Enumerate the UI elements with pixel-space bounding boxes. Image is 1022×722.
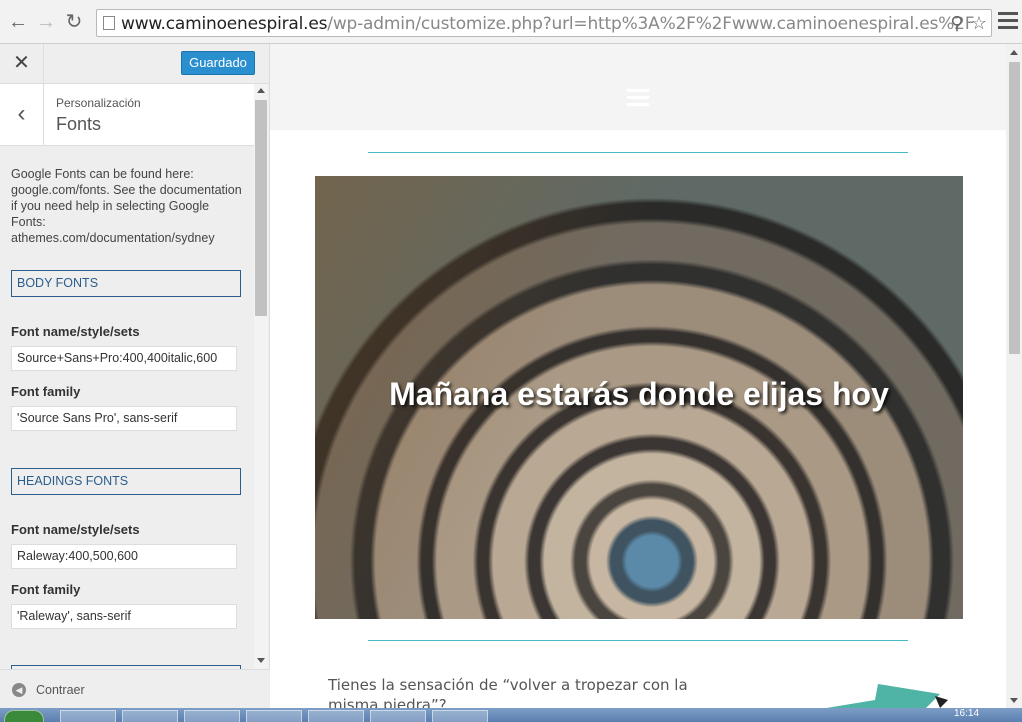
headings-font-name-label: Font name/style/sets xyxy=(11,522,140,537)
collapse-label: Contraer xyxy=(36,683,85,697)
sidebar-scrollbar[interactable] xyxy=(254,84,268,669)
back-arrow-icon[interactable]: ← xyxy=(6,10,30,34)
fonts-description: Google Fonts can be found here: google.c… xyxy=(11,167,242,245)
body-font-family-label: Font family xyxy=(11,384,81,399)
browser-toolbar: ← → ↻ www.caminoenespiral.es/wp-admin/cu… xyxy=(0,0,1022,44)
taskbar-item[interactable] xyxy=(370,710,426,722)
url-text[interactable]: www.caminoenespiral.es/wp-admin/customiz… xyxy=(121,14,975,34)
close-icon[interactable]: ✕ xyxy=(0,44,44,84)
address-bar[interactable]: www.caminoenespiral.es/wp-admin/customiz… xyxy=(96,9,992,37)
breadcrumb: Personalización xyxy=(56,96,141,110)
page-icon xyxy=(103,16,115,30)
body-fonts-heading: BODY FONTS xyxy=(11,270,241,297)
top-divider xyxy=(368,152,908,153)
section-header: ‹ Personalización Fonts xyxy=(0,84,254,146)
back-chevron-icon[interactable]: ‹ xyxy=(0,84,44,146)
preview-scroll-up-icon[interactable] xyxy=(1010,50,1018,55)
body-font-name-label: Font name/style/sets xyxy=(11,324,140,339)
forward-arrow-icon[interactable]: → xyxy=(34,10,58,34)
body-font-name-input[interactable]: Source+Sans+Pro:400,400italic,600 xyxy=(11,346,237,371)
browser-menu-icon[interactable] xyxy=(998,12,1018,32)
site-header xyxy=(270,44,1006,130)
reload-icon[interactable]: ↻ xyxy=(62,10,86,34)
url-host: www.caminoenespiral.es xyxy=(121,14,328,34)
headings-font-family-label: Font family xyxy=(11,582,81,597)
url-path: /wp-admin/customize.php?url=http%3A%2F%2… xyxy=(327,14,975,34)
bottom-divider xyxy=(368,640,908,641)
taskbar-item[interactable] xyxy=(308,710,364,722)
clock: 16:14 xyxy=(954,708,980,719)
site-preview: Mañana estarás donde elijas hoy Tienes l… xyxy=(270,44,1006,722)
collapse-arrow-icon: ◀ xyxy=(12,683,26,697)
customizer-sidebar: ✕ Guardado ‹ Personalización Fonts Googl… xyxy=(0,44,270,722)
save-button[interactable]: Guardado xyxy=(181,51,255,75)
search-icon[interactable]: ⚲ xyxy=(947,13,967,33)
hero-title: Mañana estarás donde elijas hoy xyxy=(389,376,889,412)
taskbar-item[interactable] xyxy=(60,710,116,722)
scroll-up-arrow-icon[interactable] xyxy=(257,88,265,93)
preview-scroll-down-icon[interactable] xyxy=(1010,698,1018,703)
scrollbar-thumb[interactable] xyxy=(255,100,267,316)
body-font-family-input[interactable]: 'Source Sans Pro', sans-serif xyxy=(11,406,237,431)
bookmark-star-icon[interactable]: ☆ xyxy=(969,13,989,33)
headings-fonts-heading: HEADINGS FONTS xyxy=(11,468,241,495)
taskbar-item[interactable] xyxy=(122,710,178,722)
menu-toggle-icon[interactable] xyxy=(627,89,649,110)
taskbar-item[interactable] xyxy=(432,710,488,722)
headings-font-name-input[interactable]: Raleway:400,500,600 xyxy=(11,544,237,569)
hero-image: Mañana estarás donde elijas hoy xyxy=(315,176,963,619)
section-title: Fonts xyxy=(56,114,102,134)
headings-font-family-input[interactable]: 'Raleway', sans-serif xyxy=(11,604,237,629)
taskbar-item[interactable] xyxy=(246,710,302,722)
sidebar-top-bar: ✕ Guardado xyxy=(0,44,270,84)
os-taskbar: 16:14 xyxy=(0,708,1022,722)
preview-scrollbar-thumb[interactable] xyxy=(1009,62,1020,354)
start-button[interactable] xyxy=(4,710,44,722)
taskbar-item[interactable] xyxy=(184,710,240,722)
scroll-down-arrow-icon[interactable] xyxy=(257,658,265,663)
preview-scrollbar[interactable] xyxy=(1006,44,1022,722)
